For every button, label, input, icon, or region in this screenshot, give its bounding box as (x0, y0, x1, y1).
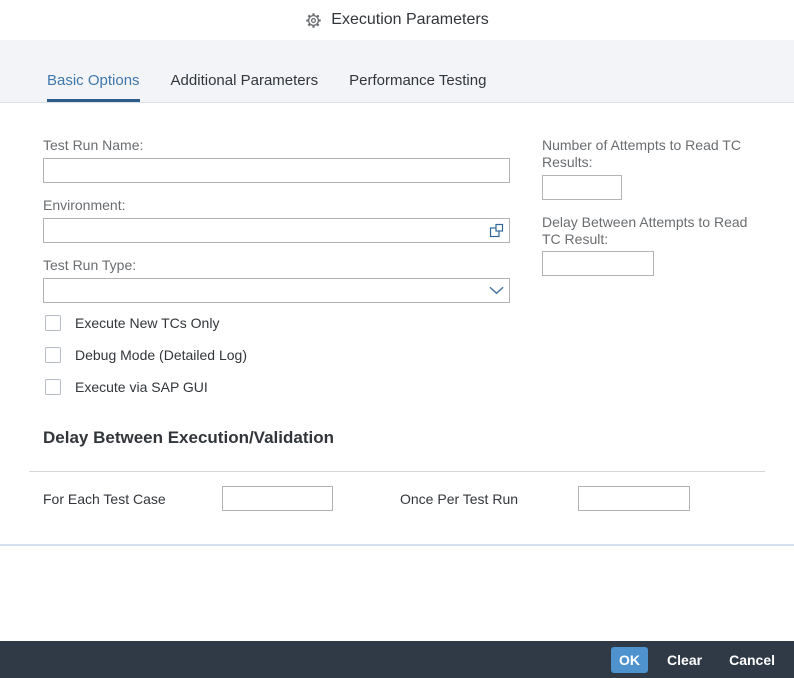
for-each-test-case-input[interactable] (222, 486, 333, 511)
test-run-type-label: Test Run Type: (43, 257, 136, 274)
test-run-type-select[interactable] (43, 278, 510, 303)
ok-button[interactable]: OK (611, 647, 648, 673)
for-each-test-case-label: For Each Test Case (43, 491, 166, 508)
checkbox-debug-mode[interactable]: Debug Mode (Detailed Log) (45, 347, 247, 363)
cancel-button[interactable]: Cancel (729, 652, 775, 668)
delay-between-attempts-label: Delay Between Attempts to Read TC Result… (542, 214, 752, 248)
section-separator (29, 471, 765, 472)
chevron-down-icon (483, 279, 509, 302)
checkbox-box (45, 379, 61, 395)
checkbox-box (45, 347, 61, 363)
checkbox-label: Execute via SAP GUI (75, 379, 208, 395)
dialog-footer: OK Clear Cancel (0, 641, 794, 678)
clear-button[interactable]: Clear (667, 652, 702, 668)
dialog-header: Execution Parameters (0, 0, 794, 40)
group-separator (0, 544, 794, 546)
tab-bar: Basic Options Additional Parameters Perf… (0, 40, 794, 103)
once-per-test-run-input[interactable] (578, 486, 690, 511)
environment-input-wrap (43, 218, 510, 243)
delay-section-title: Delay Between Execution/Validation (43, 428, 334, 448)
once-per-test-run-label: Once Per Test Run (400, 491, 518, 508)
checkbox-execute-via-sap-gui[interactable]: Execute via SAP GUI (45, 379, 208, 395)
checkbox-label: Execute New TCs Only (75, 315, 219, 331)
tab-additional-parameters[interactable]: Additional Parameters (171, 72, 319, 102)
delay-between-attempts-input[interactable] (542, 251, 654, 276)
dialog-title: Execution Parameters (331, 11, 488, 29)
checkbox-label: Debug Mode (Detailed Log) (75, 347, 247, 363)
attempts-to-read-label: Number of Attempts to Read TC Results: (542, 137, 744, 171)
tab-performance-testing[interactable]: Performance Testing (349, 72, 486, 102)
checkbox-box (45, 315, 61, 331)
tab-basic-options[interactable]: Basic Options (47, 72, 140, 102)
environment-input[interactable] (44, 219, 483, 242)
gear-icon (305, 12, 322, 29)
checkbox-execute-new-tcs-only[interactable]: Execute New TCs Only (45, 315, 219, 331)
test-run-type-value[interactable] (44, 279, 483, 302)
value-help-icon[interactable] (483, 219, 509, 242)
test-run-name-label: Test Run Name: (43, 137, 143, 154)
environment-label: Environment: (43, 197, 125, 214)
test-run-name-input[interactable] (43, 158, 510, 183)
attempts-to-read-input[interactable] (542, 175, 622, 200)
